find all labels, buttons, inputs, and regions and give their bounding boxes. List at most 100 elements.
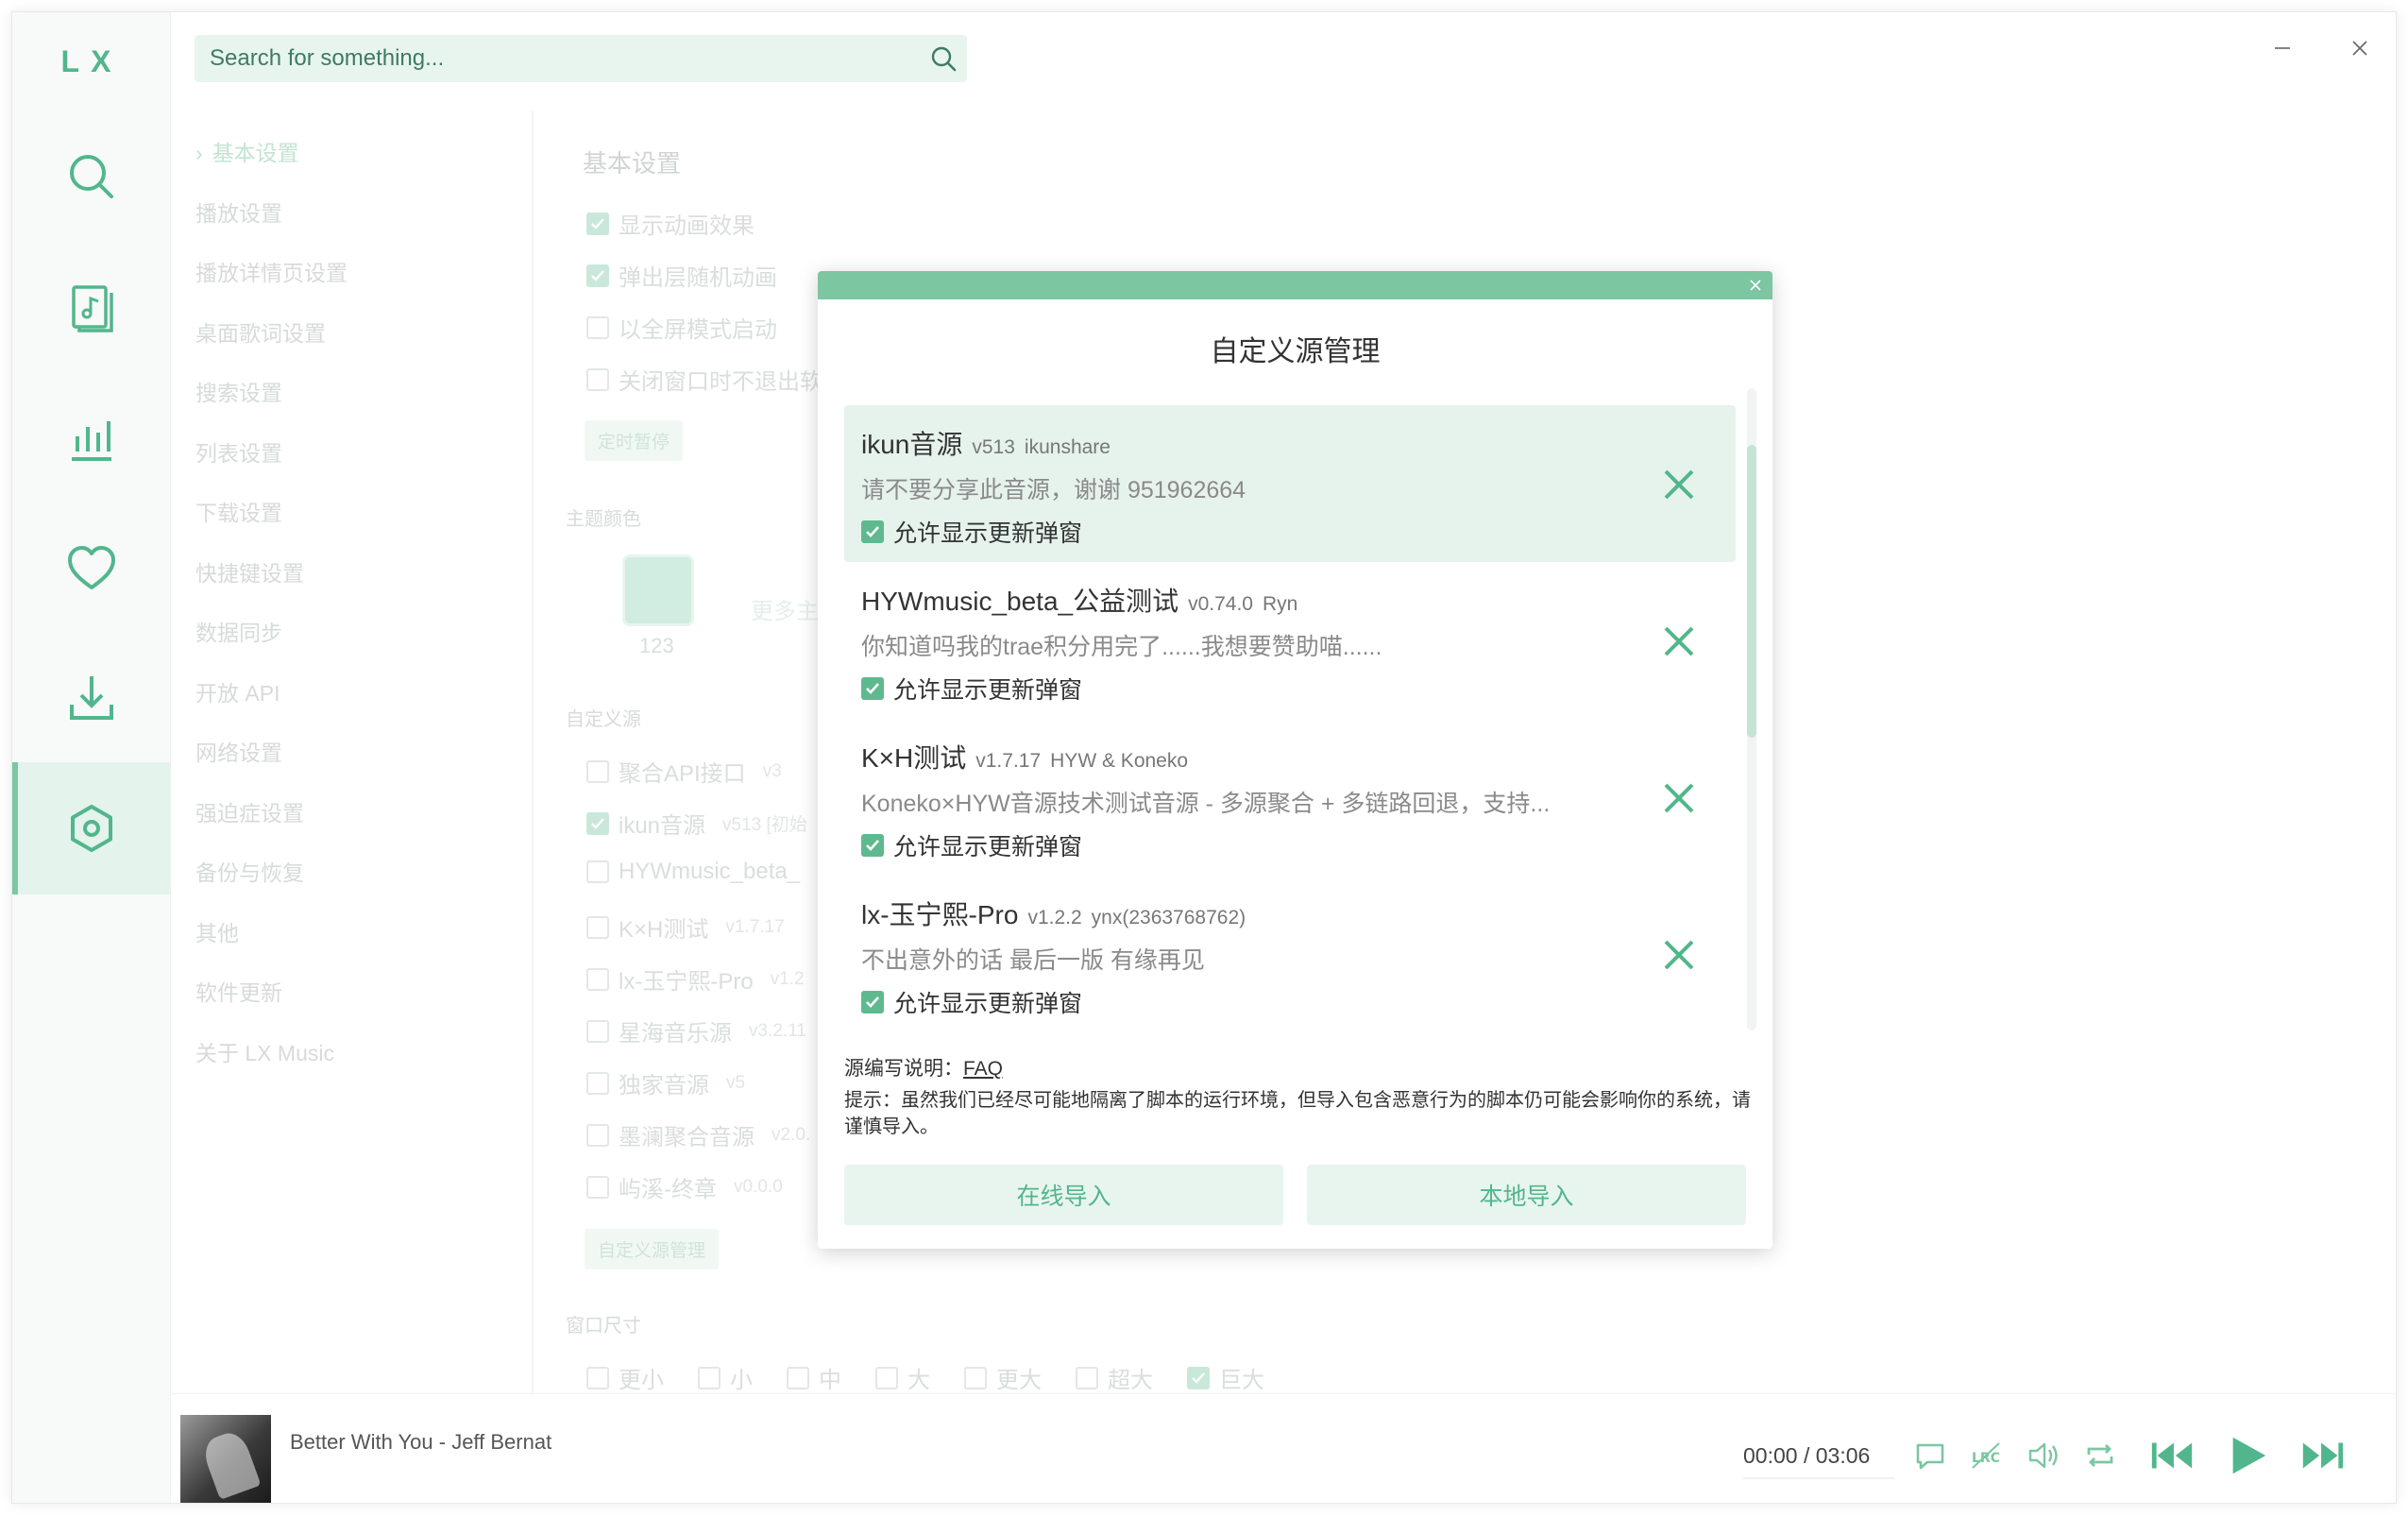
- custom-source-item[interactable]: ikun音源 v513 [初始: [586, 807, 807, 840]
- source-item[interactable]: HYWmusic_beta_公益测试 v0.74.0 Ryn 你知道吗我的tra…: [844, 562, 1736, 719]
- search-icon: [70, 155, 113, 198]
- window-size-option[interactable]: 超大: [1076, 1361, 1153, 1394]
- volume-button[interactable]: [2020, 1432, 2067, 1479]
- rail-songlist[interactable]: [12, 241, 171, 373]
- checkbox-checked[interactable]: [586, 811, 609, 835]
- option-close-window[interactable]: 关闭窗口时不退出软: [586, 363, 822, 396]
- source-list-scrollbar[interactable]: [1747, 388, 1756, 1031]
- source-author: Ryn: [1262, 593, 1298, 615]
- track-title[interactable]: Better With You - Jeff Bernat: [290, 1430, 551, 1455]
- checkbox-checked[interactable]: [861, 677, 884, 700]
- faq-link[interactable]: FAQ: [963, 1058, 1003, 1080]
- checkbox[interactable]: [586, 915, 609, 939]
- custom-source-item[interactable]: 星海音乐源 v3.2.11: [586, 1014, 806, 1048]
- settings-nav-item[interactable]: 网络设置: [186, 724, 526, 784]
- remove-source-icon[interactable]: [1658, 621, 1700, 662]
- settings-nav-item[interactable]: 强迫症设置: [186, 784, 526, 844]
- settings-nav-item[interactable]: 桌面歌词设置: [186, 304, 526, 365]
- custom-source-item[interactable]: HYWmusic_beta_: [586, 859, 817, 885]
- allow-update-toggle[interactable]: 允许显示更新弹窗: [861, 828, 1719, 862]
- settings-nav-item[interactable]: 开放 API: [186, 664, 526, 724]
- source-item[interactable]: lx-玉宁熙-Pro v1.2.2 ynx(2363768762) 不出意外的话…: [844, 876, 1736, 1032]
- settings-nav-item[interactable]: 软件更新: [186, 963, 526, 1024]
- checkbox[interactable]: [586, 1175, 609, 1199]
- remove-source-icon[interactable]: [1658, 464, 1700, 505]
- settings-nav-item[interactable]: 基本设置: [186, 124, 526, 184]
- settings-nav-item[interactable]: 数据同步: [186, 604, 526, 664]
- local-import-button[interactable]: 本地导入: [1307, 1165, 1746, 1225]
- custom-source-item[interactable]: 墨澜聚合音源 v2.0.: [586, 1118, 810, 1151]
- rail-search[interactable]: [12, 111, 171, 243]
- checkbox[interactable]: [586, 759, 609, 783]
- source-version: v1.7.17: [975, 750, 1042, 772]
- option-animation[interactable]: 显示动画效果: [586, 207, 755, 240]
- checkbox[interactable]: [586, 860, 609, 883]
- custom-source-manage-button[interactable]: 自定义源管理: [585, 1229, 720, 1269]
- window-size-option[interactable]: 小: [698, 1361, 753, 1394]
- checkbox[interactable]: [586, 1123, 609, 1147]
- window-size-option[interactable]: 更大: [964, 1361, 1042, 1394]
- checkbox[interactable]: [586, 315, 609, 339]
- close-icon[interactable]: [2345, 33, 2375, 63]
- settings-nav-item[interactable]: 搜索设置: [186, 364, 526, 424]
- checkbox-checked[interactable]: [586, 264, 609, 287]
- checkbox[interactable]: [586, 1019, 609, 1043]
- window-size-option[interactable]: 巨大: [1187, 1361, 1264, 1394]
- checkbox[interactable]: [586, 967, 609, 991]
- custom-source-item[interactable]: K×H测试 v1.7.17: [586, 911, 785, 944]
- previous-button[interactable]: [2148, 1432, 2196, 1479]
- source-author: ynx(2363768762): [1091, 907, 1246, 928]
- settings-nav-item[interactable]: 其他: [186, 904, 526, 964]
- settings-nav-item[interactable]: 列表设置: [186, 424, 526, 485]
- online-import-button[interactable]: 在线导入: [844, 1165, 1283, 1225]
- theme-swatch[interactable]: [622, 554, 694, 626]
- checkbox[interactable]: [586, 1071, 609, 1095]
- play-button[interactable]: [2224, 1432, 2271, 1479]
- rail-settings[interactable]: [12, 762, 171, 894]
- search-button[interactable]: [920, 35, 967, 82]
- next-button[interactable]: [2299, 1432, 2347, 1479]
- option-fullscreen[interactable]: 以全屏模式启动: [586, 311, 777, 344]
- settings-nav-item[interactable]: 播放设置: [186, 184, 526, 245]
- settings-nav-item[interactable]: 快捷键设置: [186, 544, 526, 605]
- lyric-button[interactable]: LRC: [1963, 1432, 2010, 1479]
- theme-more-link[interactable]: 更多主: [751, 592, 819, 625]
- rail-download[interactable]: [12, 632, 171, 764]
- window-size-option[interactable]: 更小: [586, 1361, 664, 1394]
- timer-button[interactable]: 定时暂停: [585, 420, 684, 461]
- settings-nav-item[interactable]: 播放详情页设置: [186, 244, 526, 304]
- checkbox-checked[interactable]: [586, 212, 609, 235]
- repeat-button[interactable]: [2077, 1432, 2124, 1479]
- modal-close-icon[interactable]: [1744, 274, 1767, 297]
- album-cover[interactable]: [180, 1415, 271, 1503]
- source-item[interactable]: K×H测试 v1.7.17 HYW & Koneko Koneko×HYW音源技…: [844, 719, 1736, 876]
- custom-source-item[interactable]: lx-玉宁熙-Pro v1.2: [586, 962, 805, 996]
- source-item[interactable]: ikun音源 v513 ikunshare 请不要分享此音源，谢谢 951962…: [844, 405, 1736, 562]
- window-size-option[interactable]: 大: [875, 1361, 930, 1394]
- source-author: ikunshare: [1024, 436, 1111, 458]
- checkbox-checked[interactable]: [861, 834, 884, 857]
- remove-source-icon[interactable]: [1658, 777, 1700, 819]
- remove-source-icon[interactable]: [1658, 934, 1700, 976]
- progress-track[interactable]: [1743, 1477, 1894, 1479]
- custom-source-item[interactable]: 独家音源 v5: [586, 1066, 745, 1099]
- search-input[interactable]: [195, 35, 920, 82]
- minimize-icon[interactable]: [2267, 33, 2298, 63]
- settings-nav-item[interactable]: 备份与恢复: [186, 843, 526, 904]
- option-random-animation[interactable]: 弹出层随机动画: [586, 259, 777, 292]
- settings-nav-item[interactable]: 下载设置: [186, 484, 526, 544]
- settings-nav-item[interactable]: 关于 LX Music: [186, 1024, 526, 1084]
- checkbox-checked[interactable]: [861, 520, 884, 543]
- custom-source-item[interactable]: 聚合API接口 v3: [586, 755, 782, 788]
- window-size-option[interactable]: 中: [787, 1361, 841, 1394]
- custom-source-item[interactable]: 屿溪-终章 v0.0.0: [586, 1170, 783, 1203]
- allow-update-toggle[interactable]: 允许显示更新弹窗: [861, 515, 1719, 549]
- allow-update-toggle[interactable]: 允许显示更新弹窗: [861, 985, 1719, 1019]
- rail-leaderboard[interactable]: [12, 371, 171, 503]
- rail-favorites[interactable]: [12, 502, 171, 634]
- checkbox-checked[interactable]: [861, 991, 884, 1014]
- allow-update-toggle[interactable]: 允许显示更新弹窗: [861, 672, 1719, 706]
- scrollbar-thumb[interactable]: [1747, 445, 1756, 738]
- comment-button[interactable]: [1907, 1432, 1954, 1479]
- checkbox[interactable]: [586, 367, 609, 391]
